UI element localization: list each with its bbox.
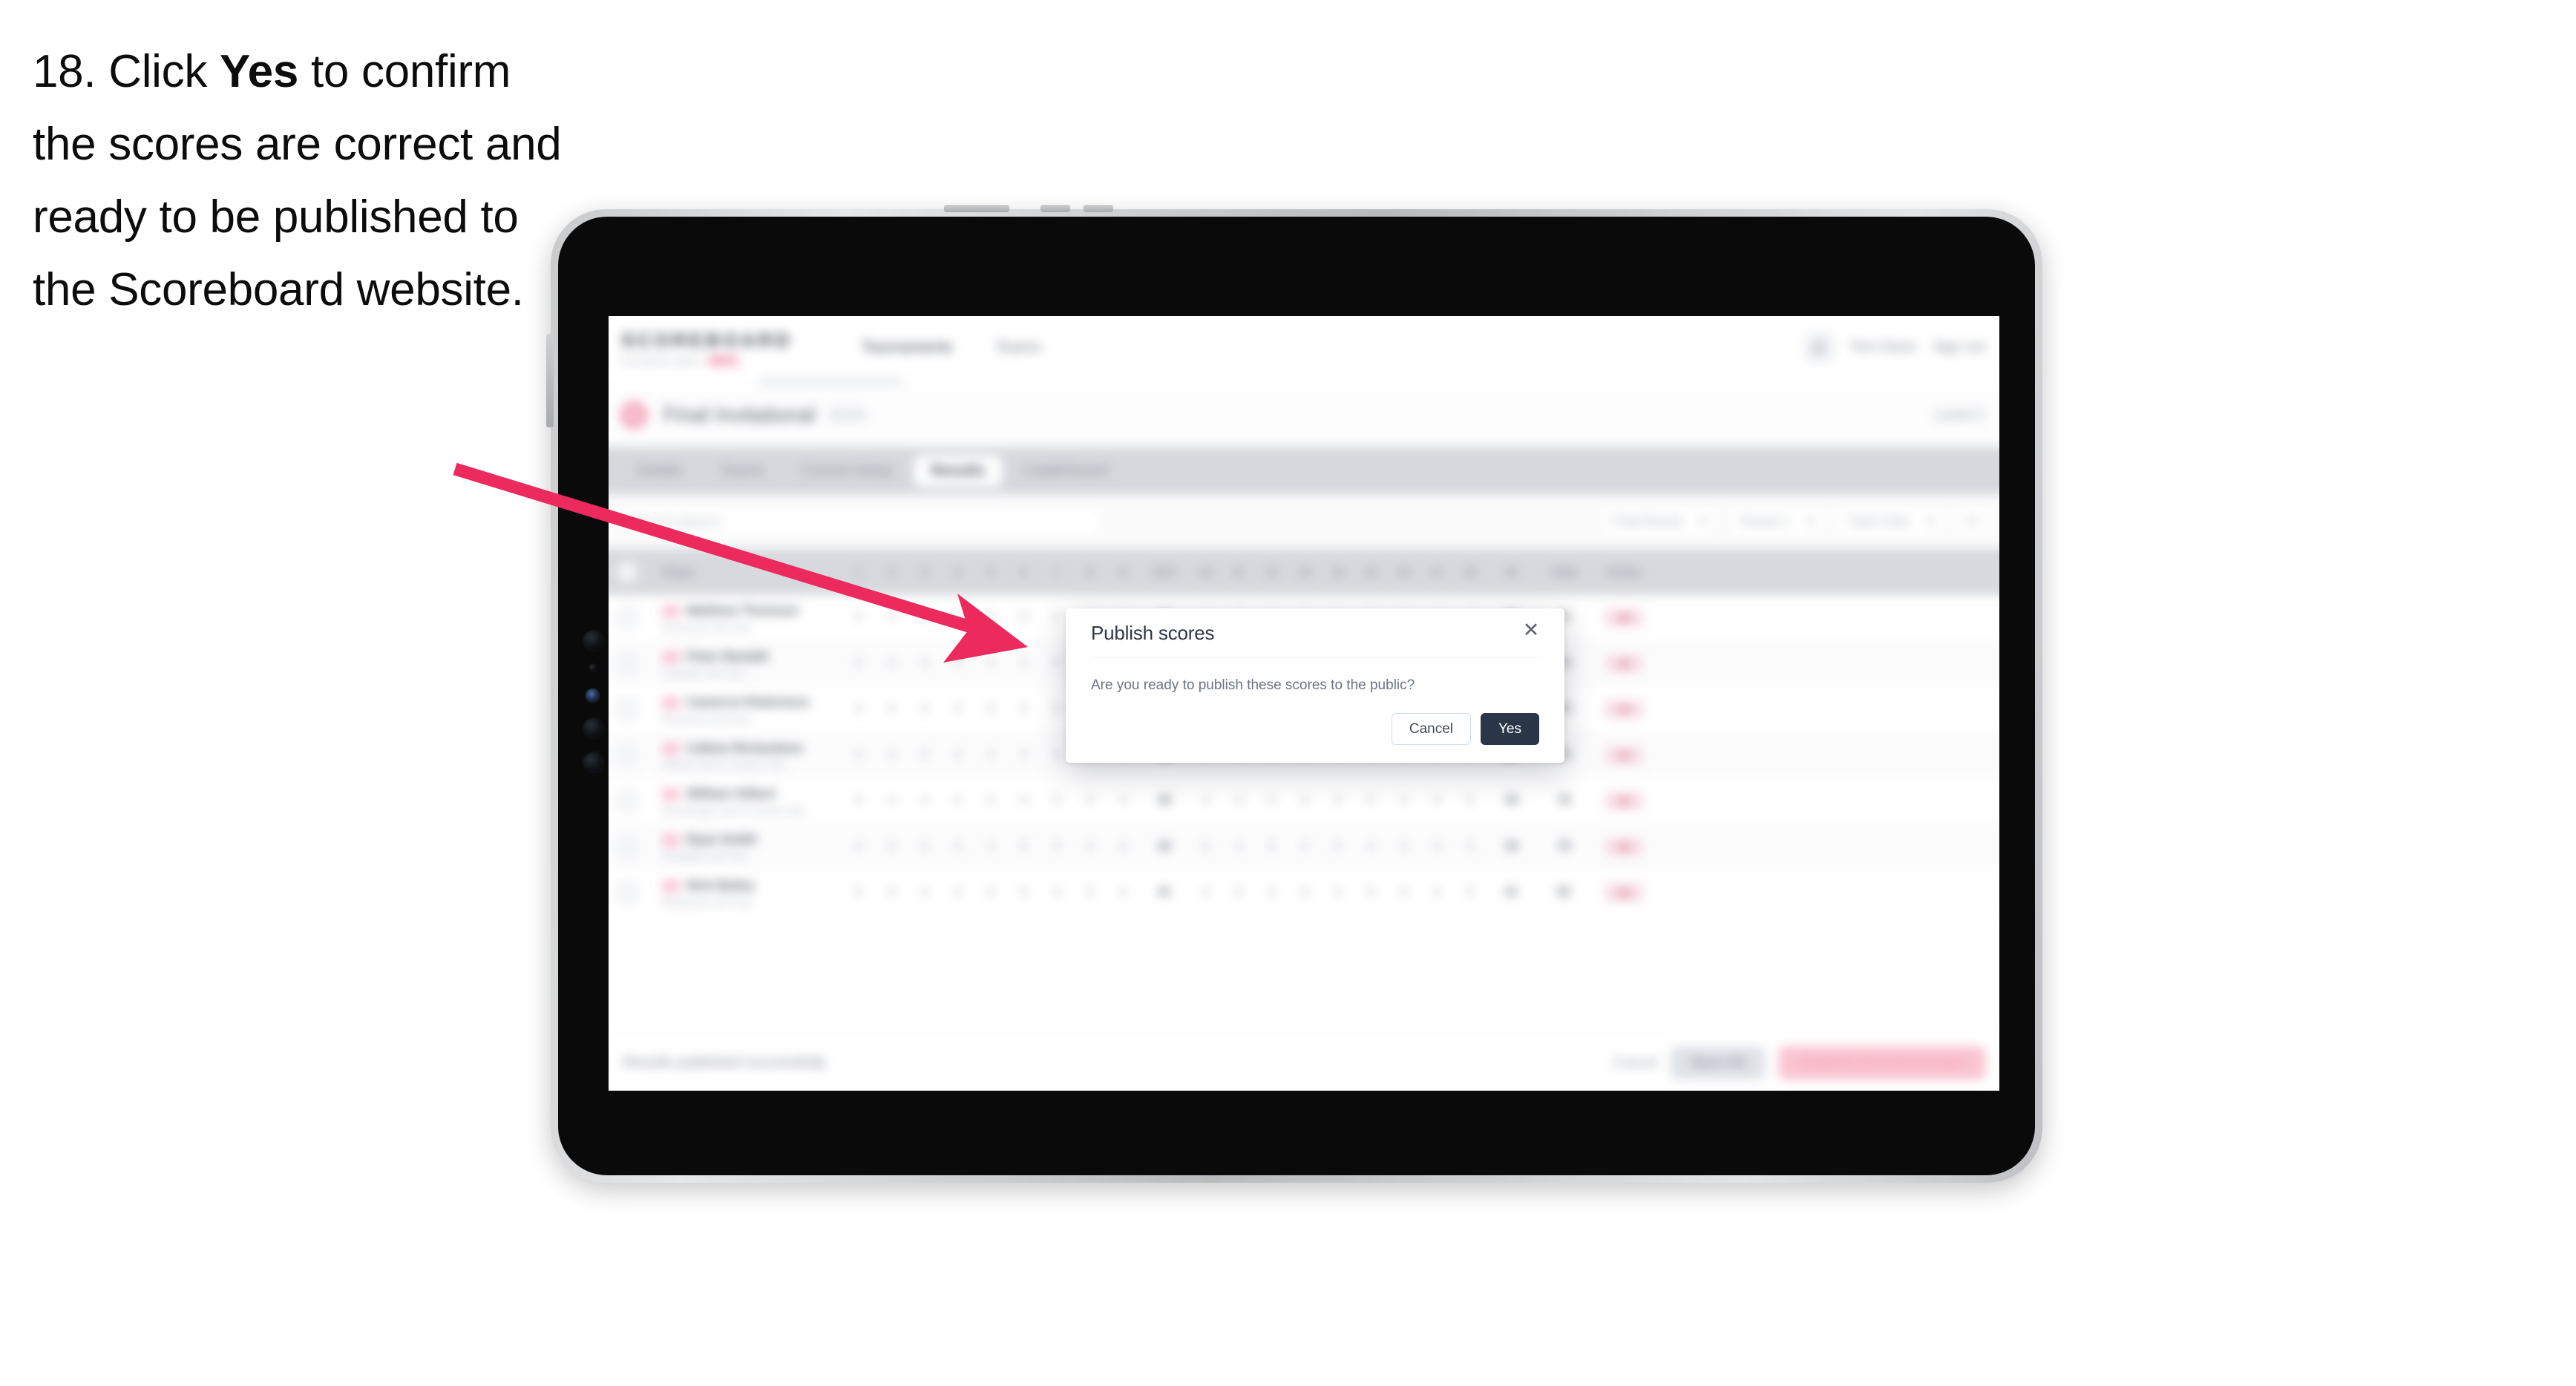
app-viewport: SCOREBOARD tournament admin BETA Tournam… (609, 316, 1999, 1091)
dialog-message: Are you ready to publish these scores to… (1091, 677, 1415, 693)
side-button[interactable] (546, 334, 554, 427)
volume-down-button[interactable] (1084, 205, 1113, 212)
caption-text-before: Click (108, 46, 208, 97)
dialog-header: Publish scores ✕ (1091, 608, 1539, 658)
camera-lens-icon (583, 631, 603, 651)
tablet-screen: SCOREBOARD tournament admin BETA Tournam… (558, 217, 2035, 1175)
camera-lens-icon (583, 718, 603, 738)
volume-up-button[interactable] (1040, 205, 1070, 212)
caption-emphasis: Yes (220, 46, 298, 97)
sensor-icon (589, 664, 597, 671)
close-icon[interactable]: ✕ (1518, 617, 1544, 643)
power-button[interactable] (944, 205, 1009, 212)
camera-lens-icon (583, 752, 603, 772)
dialog-footer: Cancel Yes (1391, 713, 1539, 745)
modal-layer: Publish scores ✕ Are you ready to publis… (609, 316, 1999, 1091)
cancel-button[interactable]: Cancel (1391, 713, 1471, 745)
tablet-device: SCOREBOARD tournament admin BETA Tournam… (546, 205, 2042, 1183)
dialog-title: Publish scores (1091, 621, 1215, 644)
flash-icon (586, 689, 600, 703)
caption-step-number: 18. (33, 46, 96, 97)
yes-button[interactable]: Yes (1481, 713, 1539, 745)
instruction-caption: 18. Click Yes to confirm the scores are … (33, 36, 574, 326)
publish-scores-dialog: Publish scores ✕ Are you ready to publis… (1066, 608, 1564, 763)
